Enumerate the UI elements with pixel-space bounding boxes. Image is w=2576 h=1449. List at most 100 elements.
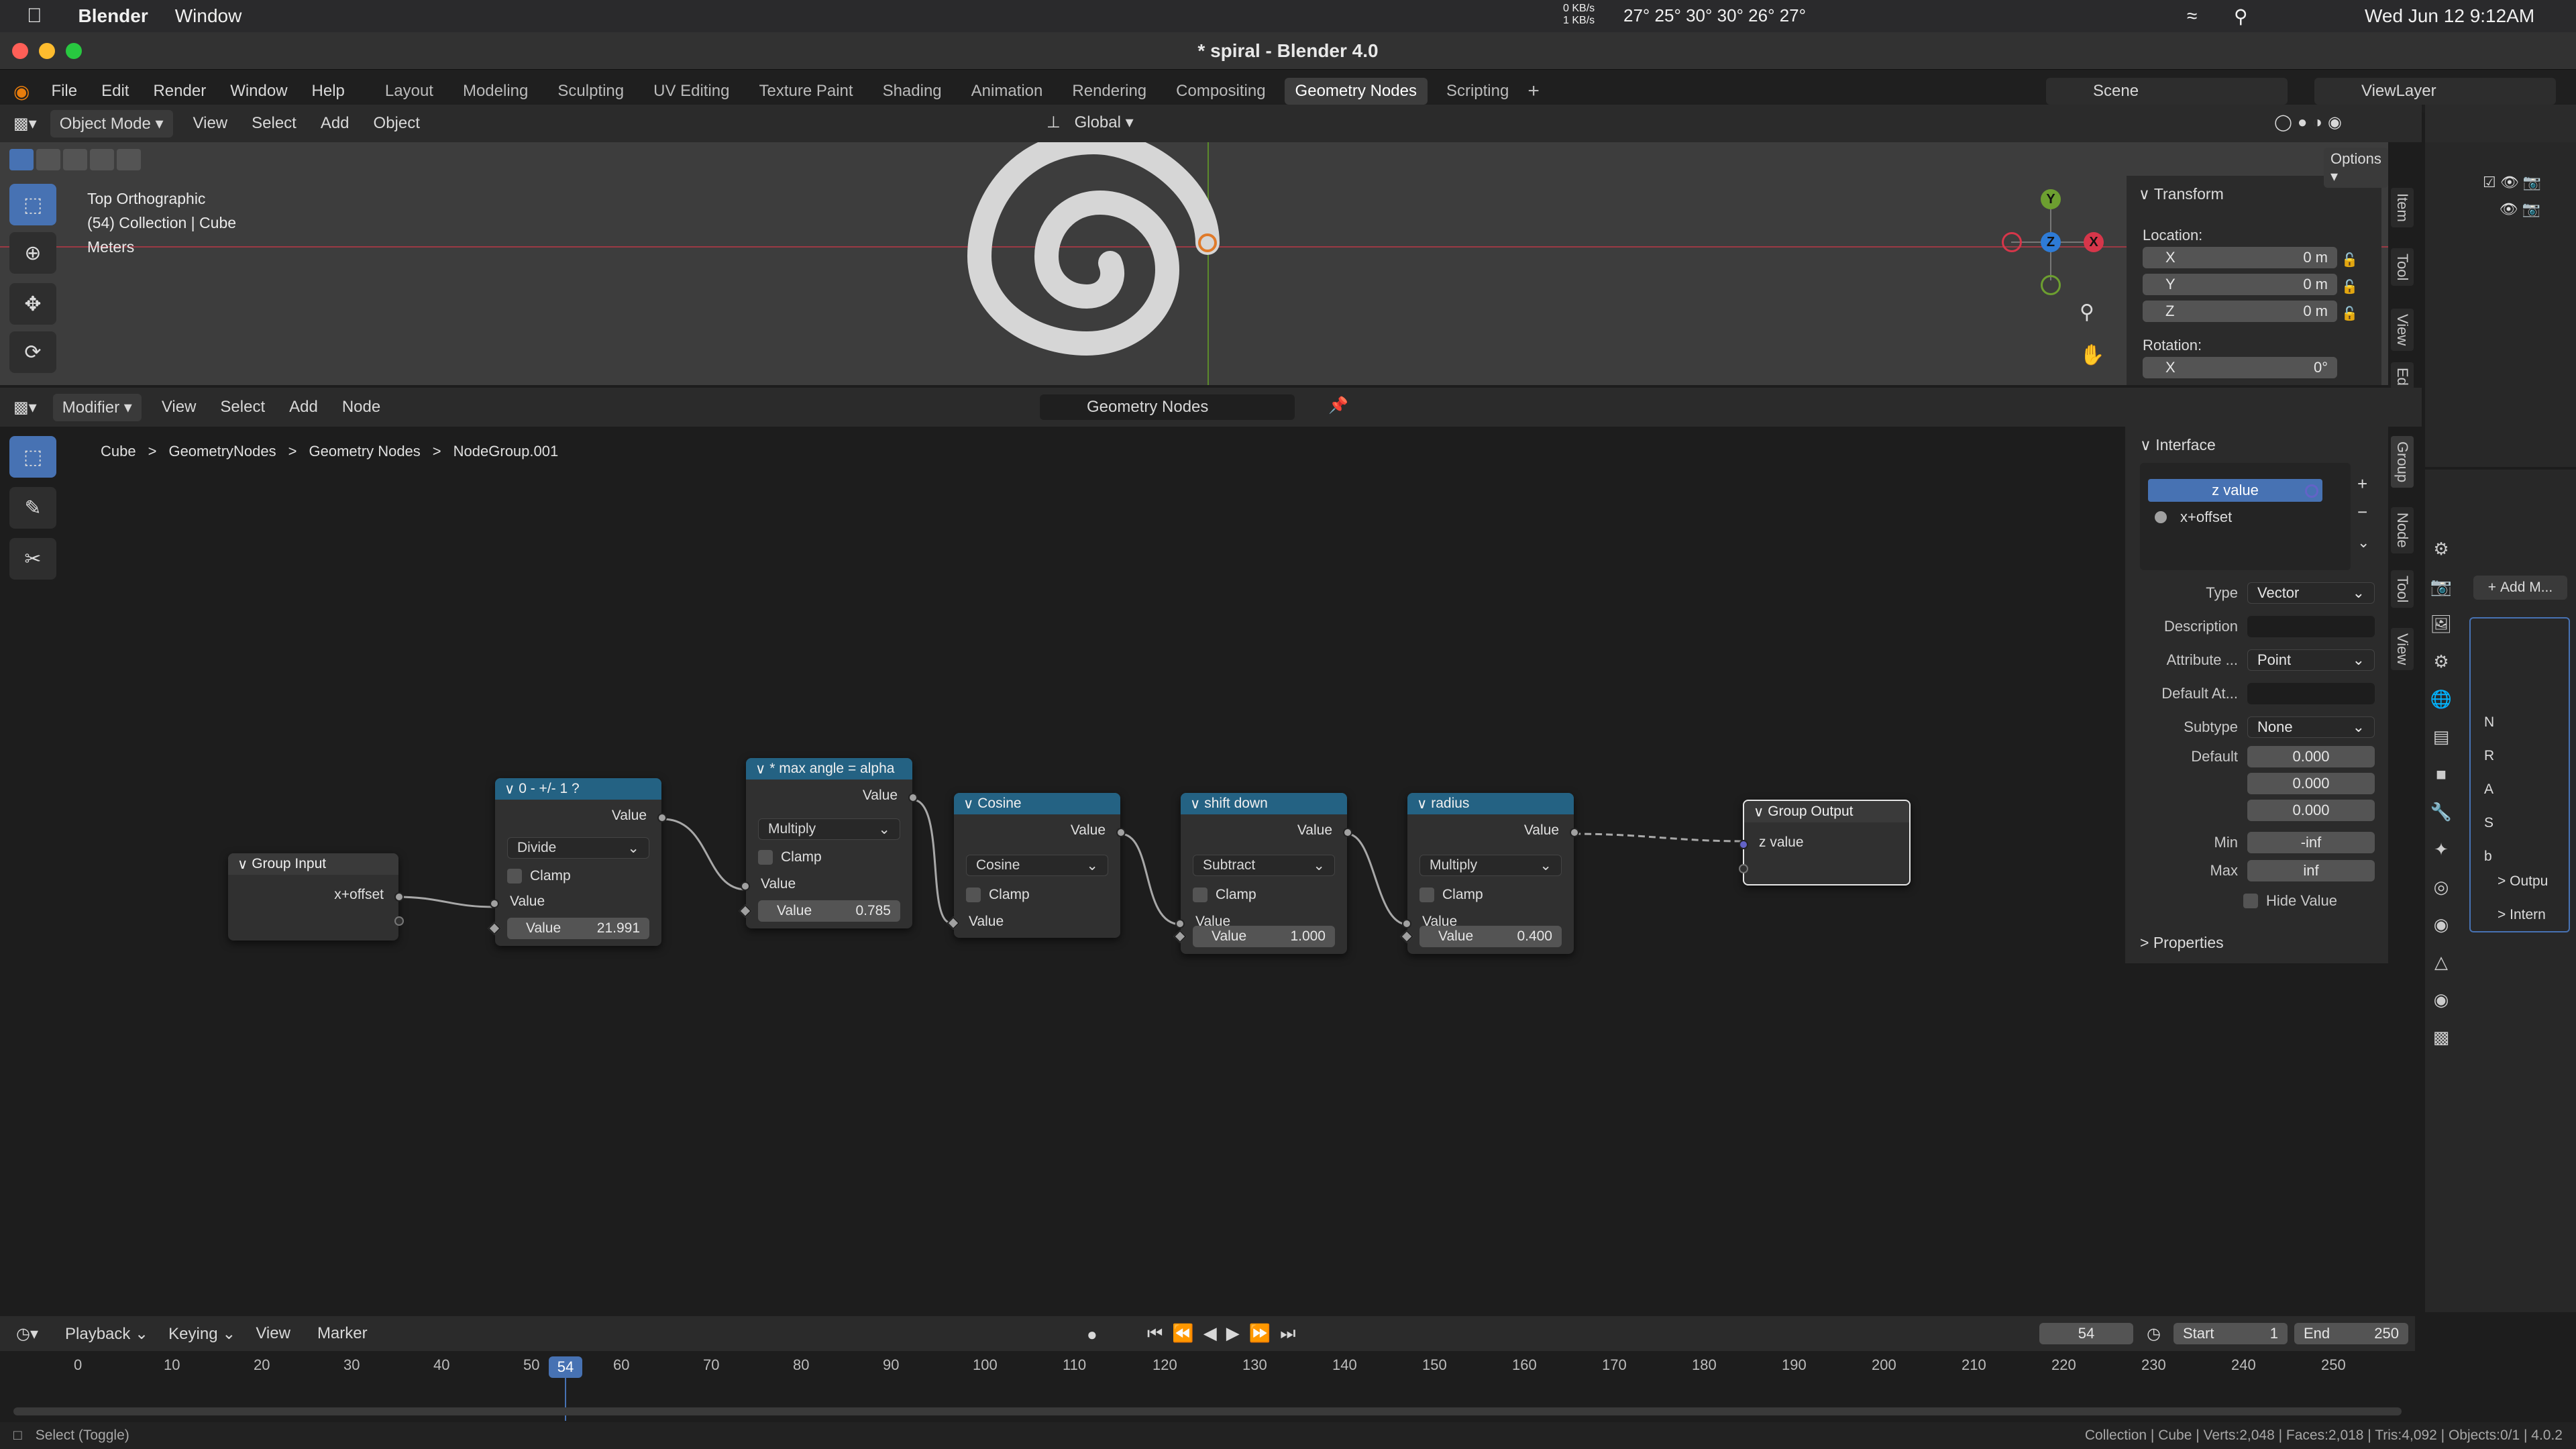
value-field[interactable]: Value 21.991 [507, 918, 649, 939]
record-button[interactable]: ● [1087, 1324, 1097, 1345]
keying-menu[interactable]: Keying ⌄ [168, 1324, 235, 1344]
transform-panel-title[interactable]: ∨ Transform [2139, 185, 2224, 203]
internal-dependencies-subpanel[interactable]: > Intern [2498, 907, 2546, 923]
interface-item-x-offset[interactable]: x+offset [2155, 508, 2232, 526]
tab-animation[interactable]: Animation [971, 82, 1043, 101]
viewport-menu-view[interactable]: View [193, 114, 228, 133]
more-options-button[interactable]: ⌄ [2357, 534, 2369, 551]
move-tool-icon[interactable]: ✥ [9, 283, 56, 325]
minimize-window-button[interactable] [39, 43, 55, 59]
output-socket[interactable] [394, 892, 404, 902]
default-y-field[interactable]: 0.000 [2247, 773, 2375, 794]
object-mode-dropdown[interactable]: Object Mode ▾ [50, 109, 173, 138]
operation-dropdown[interactable]: Cosine ⌄ [966, 855, 1108, 876]
node-menu-add[interactable]: Add [289, 398, 318, 417]
max-field[interactable]: inf [2247, 860, 2375, 881]
node-header[interactable]: ∨ shift down [1181, 793, 1347, 814]
editor-type-icon[interactable]: ▩▾ [13, 114, 37, 133]
default-x-field[interactable]: 0.000 [2247, 746, 2375, 767]
node-divide[interactable]: ∨ 0 - +/- 1 ? Value Divide ⌄ Clamp Value … [488, 778, 667, 946]
current-frame-field[interactable]: 54 [2039, 1323, 2133, 1344]
input-socket[interactable] [1739, 840, 1748, 849]
clock-icon[interactable]: ◷ [2147, 1324, 2161, 1344]
viewport-menu-add[interactable]: Add [321, 114, 350, 133]
tab-item[interactable]: Item [2391, 188, 2414, 227]
playback-controls[interactable]: ⏮⏪◀▶⏩⏭ [1147, 1323, 1305, 1344]
node-header[interactable]: ∨ Group Output [1744, 801, 1909, 822]
start-frame-field[interactable]: Start 1 [2174, 1323, 2288, 1344]
empty-socket[interactable] [394, 916, 404, 926]
properties-tab-icons[interactable]: ⚙ 📷 🖼 ⚙ 🌐 ▤ ■ 🔧 ✦ ◎ ◉ △ ◉ ▩ [2428, 530, 2455, 1056]
menu-render[interactable]: Render [153, 82, 206, 101]
node-header[interactable]: ∨ 0 - +/- 1 ? [495, 778, 661, 800]
default-z-field[interactable]: 0.000 [2247, 800, 2375, 821]
window-menu[interactable]: Window [175, 5, 242, 27]
node-header[interactable]: ∨ radius [1407, 793, 1574, 814]
input-socket[interactable] [490, 899, 499, 908]
tab-texture-paint[interactable]: Texture Paint [759, 82, 853, 101]
clamp-checkbox[interactable] [507, 869, 522, 883]
tab-ed[interactable]: Ed [2391, 362, 2414, 391]
gizmo-z-axis[interactable]: Z [2041, 232, 2061, 252]
search-icon[interactable]: ⚲ [2234, 5, 2248, 28]
interface-title[interactable]: ∨ Interface [2140, 436, 2216, 454]
zoom-window-button[interactable] [66, 43, 82, 59]
add-workspace-icon[interactable]: + [1527, 80, 1540, 103]
modifier-context-dropdown[interactable]: Modifier ▾ [52, 393, 142, 421]
gizmo-neg-y[interactable] [2041, 275, 2061, 295]
node-tree-selector[interactable]: Geometry Nodes [1040, 394, 1295, 420]
zoom-view-icon[interactable]: ⚲ [2080, 301, 2094, 324]
timeline-scrollbar[interactable] [13, 1407, 2402, 1415]
hide-value-checkbox[interactable]: Hide Value [2243, 892, 2337, 910]
node-group-input[interactable]: ∨ Group Input x+offset [228, 853, 404, 941]
viewport-menu-object[interactable]: Object [374, 114, 420, 133]
value-field[interactable]: Value 0.400 [1419, 926, 1562, 947]
type-dropdown[interactable]: Vector ⌄ [2247, 582, 2375, 604]
node-max-angle[interactable]: ∨ * max angle = alpha Value Multiply ⌄ Cl… [739, 758, 918, 928]
subtype-dropdown[interactable]: None ⌄ [2247, 716, 2375, 738]
wifi-icon[interactable]: ≈ [2187, 5, 2197, 27]
node-group-output[interactable]: ∨ Group Output z value [1739, 800, 1911, 885]
clamp-checkbox[interactable] [1193, 888, 1208, 902]
gizmo-neg-x[interactable] [2002, 232, 2022, 252]
input-socket[interactable] [741, 881, 750, 891]
lock-icons[interactable]: 🔓 🔓 🔓 [2341, 247, 2358, 327]
node-editor-type-icon[interactable]: ▩▾ [13, 398, 37, 417]
tab-node[interactable]: Node [2391, 507, 2414, 553]
tab-view[interactable]: View [2391, 309, 2414, 352]
menu-edit[interactable]: Edit [101, 82, 129, 101]
clamp-checkbox[interactable] [758, 850, 773, 865]
node-shift-down[interactable]: ∨ shift down Value Subtract ⌄ Clamp Value… [1173, 793, 1352, 954]
node-menu-select[interactable]: Select [220, 398, 265, 417]
marker-menu[interactable]: Marker [317, 1324, 368, 1343]
node-editor-canvas[interactable]: ⬚ ✎ ✂ Cube > GeometryNodes > Geometry Node… [0, 427, 2120, 1312]
location-x-field[interactable]: X0 m [2143, 247, 2337, 268]
timeline-area[interactable]: 0 10 20 30 40 50 60 70 80 90 100 110 120 130 140 150 160… [0, 1351, 2415, 1422]
apple-icon[interactable]:  [27, 5, 42, 28]
output-socket[interactable] [1343, 828, 1352, 837]
end-frame-field[interactable]: End 250 [2294, 1323, 2408, 1344]
playhead-frame[interactable]: 54 [549, 1356, 582, 1378]
select-box-tool-icon[interactable]: ⬚ [9, 184, 56, 225]
properties-subpanel[interactable]: > Properties [2140, 934, 2224, 952]
input-socket[interactable] [1175, 919, 1185, 928]
tab-uv-editing[interactable]: UV Editing [653, 82, 729, 101]
operation-dropdown[interactable]: Multiply ⌄ [1419, 855, 1562, 876]
viewport-menu-select[interactable]: Select [252, 114, 297, 133]
add-socket-button[interactable]: + [2357, 474, 2367, 494]
tab-tool-node[interactable]: Tool [2391, 570, 2414, 608]
menu-window[interactable]: Window [230, 82, 287, 101]
tab-group[interactable]: Group [2391, 436, 2414, 488]
app-menu[interactable]: Blender [78, 5, 148, 27]
pin-icon[interactable]: 📌 [1328, 396, 1348, 415]
output-socket[interactable] [657, 813, 667, 822]
empty-socket[interactable] [1739, 864, 1748, 873]
operation-dropdown[interactable]: Divide ⌄ [507, 837, 649, 859]
playback-menu[interactable]: Playback ⌄ [65, 1324, 148, 1344]
node-radius[interactable]: ∨ radius Value Multiply ⌄ Clamp Value Val… [1400, 793, 1579, 954]
value-field[interactable]: Value 0.785 [758, 900, 900, 922]
shading-buttons[interactable]: ◯●◑◉ [2274, 113, 2347, 132]
gizmo-y-axis[interactable]: Y [2041, 189, 2061, 209]
viewlayer-selector[interactable]: ViewLayer [2314, 78, 2556, 105]
pan-view-icon[interactable]: ✋ [2080, 343, 2104, 367]
